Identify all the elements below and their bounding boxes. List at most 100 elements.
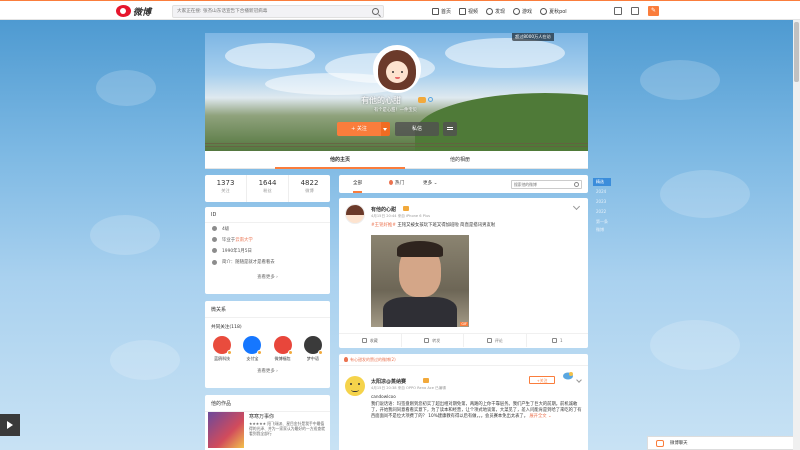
post-subtitle: candowlcoo [371,394,396,399]
comment-button[interactable]: 评论 [464,334,527,347]
follow-label: 梦中语 [306,356,319,361]
post-menu-chevron-icon[interactable] [572,202,581,211]
info-school-text: 毕业于 [222,237,236,243]
stat-followers[interactable]: 1644 粉丝 [247,175,289,202]
follow-avatar [273,336,293,355]
tab-album[interactable]: 他的相册 [395,151,525,169]
profile-stats: 1373 关注 1644 粉丝 4822 微博 [205,175,330,202]
stat-posts[interactable]: 4822 微博 [289,175,330,202]
post-topic-link[interactable]: #王铭好推# [371,223,396,228]
user-icon [540,7,548,15]
info-title: ID [205,207,330,223]
search-icon[interactable] [372,8,379,15]
profile-description: 有个是心甜！一件宝贝 [374,108,417,113]
timeline-item[interactable]: 2023 [593,198,611,206]
like-icon [551,338,557,343]
chat-label: 微博聊天 [670,441,688,446]
follow-item[interactable]: 梦中语 [300,336,326,362]
timeline-item[interactable]: 精选 [593,178,611,186]
post-avatar[interactable] [345,204,365,224]
profile-avatar[interactable] [373,45,421,93]
info-birthday-text: 1990年1月5日 [222,248,252,254]
post-text: #王铭好推# 王铭又被女孩玩下班又得加班啦 简直是搭讯男友啦 [371,223,581,229]
like-button[interactable]: 1 [527,334,589,347]
book-title[interactable]: 寒寒万事你 [249,413,274,420]
follow-item[interactable]: 微博福包 [270,336,296,362]
profile-tabs: 他的主页 他的相册 [205,151,588,169]
post-author[interactable]: 太阳凉@蒸纳赛 [371,378,406,385]
stat-posts-num: 4822 [300,179,319,187]
post-author[interactable]: 有他的心甜 [371,206,396,213]
logo-text: 微博 [133,7,152,18]
feed-tab-all[interactable]: 全部 [353,175,363,193]
expand-link[interactable]: 展开全文 ⌄ [529,414,551,419]
timeline-item[interactable]: 2022 [593,208,611,216]
visit-count-badge[interactable]: 超过8000万人在访 [512,33,554,41]
feed-search-input[interactable] [512,181,572,188]
location-icon [212,237,217,243]
id-icon [212,226,217,232]
nav-home[interactable]: 首页 [432,5,451,17]
settings-icon[interactable] [631,7,639,15]
stat-following-num: 1373 [216,179,235,187]
post-meta: 4月15日 20:44 来自 iPhone 6 Plus [371,214,431,218]
timeline-item[interactable]: 2024 [593,188,611,196]
search-icon[interactable] [574,182,579,187]
top-navigation: 微博 首页 视频 发现 游戏 夏秋pol ✎ [0,0,800,20]
follow-label: 支付宝 [246,356,259,361]
search-input[interactable] [173,6,363,17]
post-follow-button[interactable]: +关注 [529,376,555,384]
post-menu-chevron-icon[interactable] [576,377,582,383]
feed-tab-hot[interactable]: 热门 [389,175,404,193]
post-avatar[interactable] [345,376,365,396]
nav-user[interactable]: 夏秋pol [540,5,567,17]
follow-dropdown-icon[interactable] [381,122,390,136]
feed-search-box [511,180,582,189]
member-badge-icon [418,97,426,103]
post-image[interactable]: GIF [371,235,469,327]
relations-more-link[interactable]: 查看更多 › [205,362,330,374]
follow-button[interactable]: + 关注 [337,122,381,136]
collect-label: 收藏 [369,337,378,343]
repost-button[interactable]: 转发 [402,334,464,347]
follow-item[interactable]: 支付宝 [239,336,265,362]
more-menu-icon[interactable] [443,122,457,136]
nav-game[interactable]: 游戏 [513,5,532,17]
follow-label: 微博福包 [274,356,291,361]
stat-following[interactable]: 1373 关注 [205,175,247,202]
book-description: ★★★★★ 阳飞瑞派、星目金针是我手中最值得的光泽、并为一家家认为最好的一方巡查… [249,421,325,437]
scrollbar-thumb[interactable] [794,22,799,82]
weibo-logo-icon [116,5,131,17]
play-button[interactable] [0,414,20,436]
page-scrollbar[interactable] [793,20,800,450]
info-school-link[interactable]: 云南大学 [235,237,253,243]
feed-post: 有心甜发的赞过的微博(2) 太阳凉@蒸纳赛 4月15日 20:38 来自 OPP… [339,354,588,450]
compose-button[interactable]: ✎ [648,6,659,16]
repost-label: 转发 [432,337,441,343]
book-cover[interactable] [208,412,244,448]
tab-home[interactable]: 他的主页 [275,151,405,169]
timeline-item[interactable]: 第一条微博 [593,218,611,232]
relations-card: 微关系 共同关注(118) 蓝鸥科技 支付宝 微博福包 梦中语 查看更多 › [205,301,330,388]
nav-video[interactable]: 视频 [459,5,478,17]
nav-discover[interactable]: 发现 [486,5,505,17]
works-title: 他的作品 [205,395,330,412]
info-row-level: 4级 [205,223,330,234]
liked-posts-header[interactable]: 有心甜发的赞过的微博(2) [339,354,588,366]
comment-icon [486,338,492,343]
stat-followers-label: 粉丝 [263,188,272,193]
mail-icon[interactable] [614,7,622,15]
collect-button[interactable]: 收藏 [339,334,402,347]
discover-icon [486,7,494,15]
feed-tab-more[interactable]: 更多 ⌄ [423,175,438,193]
liked-posts-label: 有心甜发的赞过的微博(2) [350,357,396,362]
chat-bar[interactable]: 微博聊天 [647,436,800,450]
info-more-link[interactable]: 查看更多 › [205,268,330,280]
message-button[interactable]: 私信 [395,122,439,136]
weibo-logo[interactable]: 微博 [116,4,151,18]
hot-icon [389,180,393,185]
follow-avatar [303,336,323,355]
follow-item[interactable]: 蓝鸥科技 [209,336,235,362]
feed-filter-bar: 全部 热门 更多 ⌄ [339,175,588,193]
common-follow-list: 蓝鸥科技 支付宝 微博福包 梦中语 [205,332,330,362]
